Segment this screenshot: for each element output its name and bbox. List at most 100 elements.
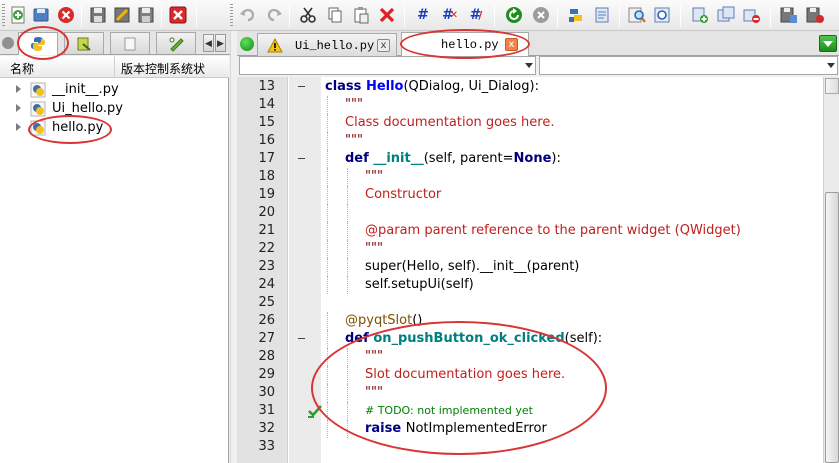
code-line[interactable]: 20 (237, 204, 823, 222)
replace-icon[interactable] (652, 5, 672, 25)
class-selector[interactable] (239, 56, 536, 75)
new-file-icon[interactable] (8, 5, 28, 25)
tab-list-dropdown[interactable] (819, 35, 837, 52)
line-number: 15 (258, 115, 275, 130)
code-line[interactable]: 23 super(Hello, self).__init__(parent) (237, 258, 823, 276)
tab-ui-hello[interactable]: Ui_hello.py x (257, 33, 397, 56)
indent-guide (327, 150, 328, 168)
scroll-thumb[interactable] (825, 192, 839, 463)
tab-python-sources[interactable] (18, 32, 58, 55)
column-name-header[interactable]: 名称 (10, 60, 34, 77)
code-line[interactable]: 30 """ (237, 384, 823, 402)
tree-row[interactable]: __init__.py (0, 80, 229, 99)
tab-forms[interactable] (64, 32, 104, 54)
code-line[interactable]: 32 raise NotImplementedError (237, 420, 823, 438)
project-props-icon[interactable] (779, 5, 799, 25)
toggle-comment-icon[interactable]: # / (466, 5, 486, 25)
indent-guide (327, 222, 328, 240)
fold-toggle-icon[interactable] (298, 338, 305, 339)
expand-arrow-icon[interactable] (16, 85, 21, 93)
scroll-up-button[interactable] (825, 78, 839, 94)
reload-icon[interactable] (504, 5, 524, 25)
code-line[interactable]: 26 @pyqtSlot() (237, 312, 823, 330)
code-line[interactable]: 19 Constructor (237, 186, 823, 204)
column-vcs-header[interactable]: 版本控制系统状 (121, 60, 205, 77)
code-line[interactable]: 24 self.setupUi(self) (237, 276, 823, 294)
add-file-icon[interactable] (690, 5, 710, 25)
toolbar-grip[interactable] (230, 4, 233, 27)
task-check-icon[interactable] (307, 403, 323, 419)
line-number: 24 (258, 277, 275, 292)
code-line[interactable]: 13 class Hello(QDialog, Ui_Dialog): (237, 78, 823, 96)
fold-toggle-icon[interactable] (298, 158, 305, 159)
code-line[interactable]: 15 Class documentation goes here. (237, 114, 823, 132)
code-line[interactable]: 27 def on_pushButton_ok_clicked(self): (237, 330, 823, 348)
code-line[interactable]: 22 """ (237, 240, 823, 258)
code-text: """ (365, 385, 383, 400)
undo-icon[interactable] (238, 5, 258, 25)
code-line[interactable]: 31 # TODO: not implemented yet (237, 402, 823, 420)
debug-icon[interactable] (592, 5, 612, 25)
line-number: 20 (258, 205, 275, 220)
close-icon[interactable]: x (505, 38, 518, 51)
tab-interfaces[interactable] (156, 32, 196, 54)
toolbar-separator (557, 4, 558, 27)
indent-guide (347, 222, 348, 240)
save-icon[interactable] (31, 5, 51, 25)
code-line[interactable]: 16 """ (237, 132, 823, 150)
close-icon[interactable]: x (377, 39, 390, 52)
code-text: """ (345, 133, 363, 148)
tab-hello[interactable]: hello.py x (401, 32, 529, 57)
code-line[interactable]: 21 @param parent reference to the parent … (237, 222, 823, 240)
code-token: NotImplementedError (405, 421, 547, 436)
toolbar-grip[interactable] (2, 4, 5, 27)
comment-icon[interactable]: # (413, 5, 433, 25)
code-token: def (345, 151, 374, 166)
code-token: """ (365, 349, 383, 364)
save-as-icon[interactable] (88, 5, 108, 25)
method-selector[interactable] (539, 56, 838, 75)
tab-scroll-right[interactable]: ▶ (215, 34, 226, 52)
remove-file-icon[interactable] (742, 5, 762, 25)
tab-scroll-left[interactable]: ◀ (203, 34, 214, 52)
copy-icon[interactable] (325, 5, 345, 25)
line-number: 13 (258, 79, 275, 94)
add-form-icon[interactable] (716, 5, 736, 25)
expand-arrow-icon[interactable] (16, 104, 21, 112)
delete-icon[interactable] (377, 5, 397, 25)
close-all-icon[interactable] (56, 5, 76, 25)
project-save-icon[interactable] (805, 5, 825, 25)
code-line[interactable]: 14 """ (237, 96, 823, 114)
tree-row[interactable]: Ui_hello.py (0, 99, 229, 118)
code-line[interactable]: 17 def __init__(self, parent=None): (237, 150, 823, 168)
code-line[interactable]: 18 """ (237, 168, 823, 186)
code-line[interactable]: 28 """ (237, 348, 823, 366)
fold-toggle-icon[interactable] (298, 86, 305, 87)
code-editor[interactable]: 13 class Hello(QDialog, Ui_Dialog): 14 """ 1… (237, 77, 823, 463)
exit-icon[interactable] (168, 5, 188, 25)
uncomment-icon[interactable]: # ✕ (440, 5, 460, 25)
paste-icon[interactable] (351, 5, 371, 25)
python-run-icon[interactable] (566, 5, 586, 25)
indent-guide (327, 132, 328, 150)
code-token: __init__ (373, 151, 424, 166)
column-divider[interactable] (114, 56, 115, 78)
code-text: """ (365, 349, 383, 364)
expand-arrow-icon[interactable] (16, 123, 21, 131)
code-line[interactable]: 29 Slot documentation goes here. (237, 366, 823, 384)
code-token: """ (365, 241, 383, 256)
editor-vertical-scrollbar[interactable] (823, 77, 839, 463)
redo-icon[interactable] (264, 5, 284, 25)
cut-icon[interactable] (298, 5, 318, 25)
pane-splitter[interactable] (230, 31, 237, 463)
indent-guide (327, 114, 328, 132)
stop-icon[interactable] (531, 5, 551, 25)
code-line[interactable]: 33 (237, 438, 823, 456)
print-icon[interactable] (136, 5, 156, 25)
tree-row[interactable]: hello.py (0, 118, 229, 137)
save-all-icon[interactable] (112, 5, 132, 25)
tab-resources[interactable] (110, 32, 150, 54)
search-icon[interactable] (627, 5, 647, 25)
line-number: 17 (258, 151, 275, 166)
code-line[interactable]: 25 (237, 294, 823, 312)
